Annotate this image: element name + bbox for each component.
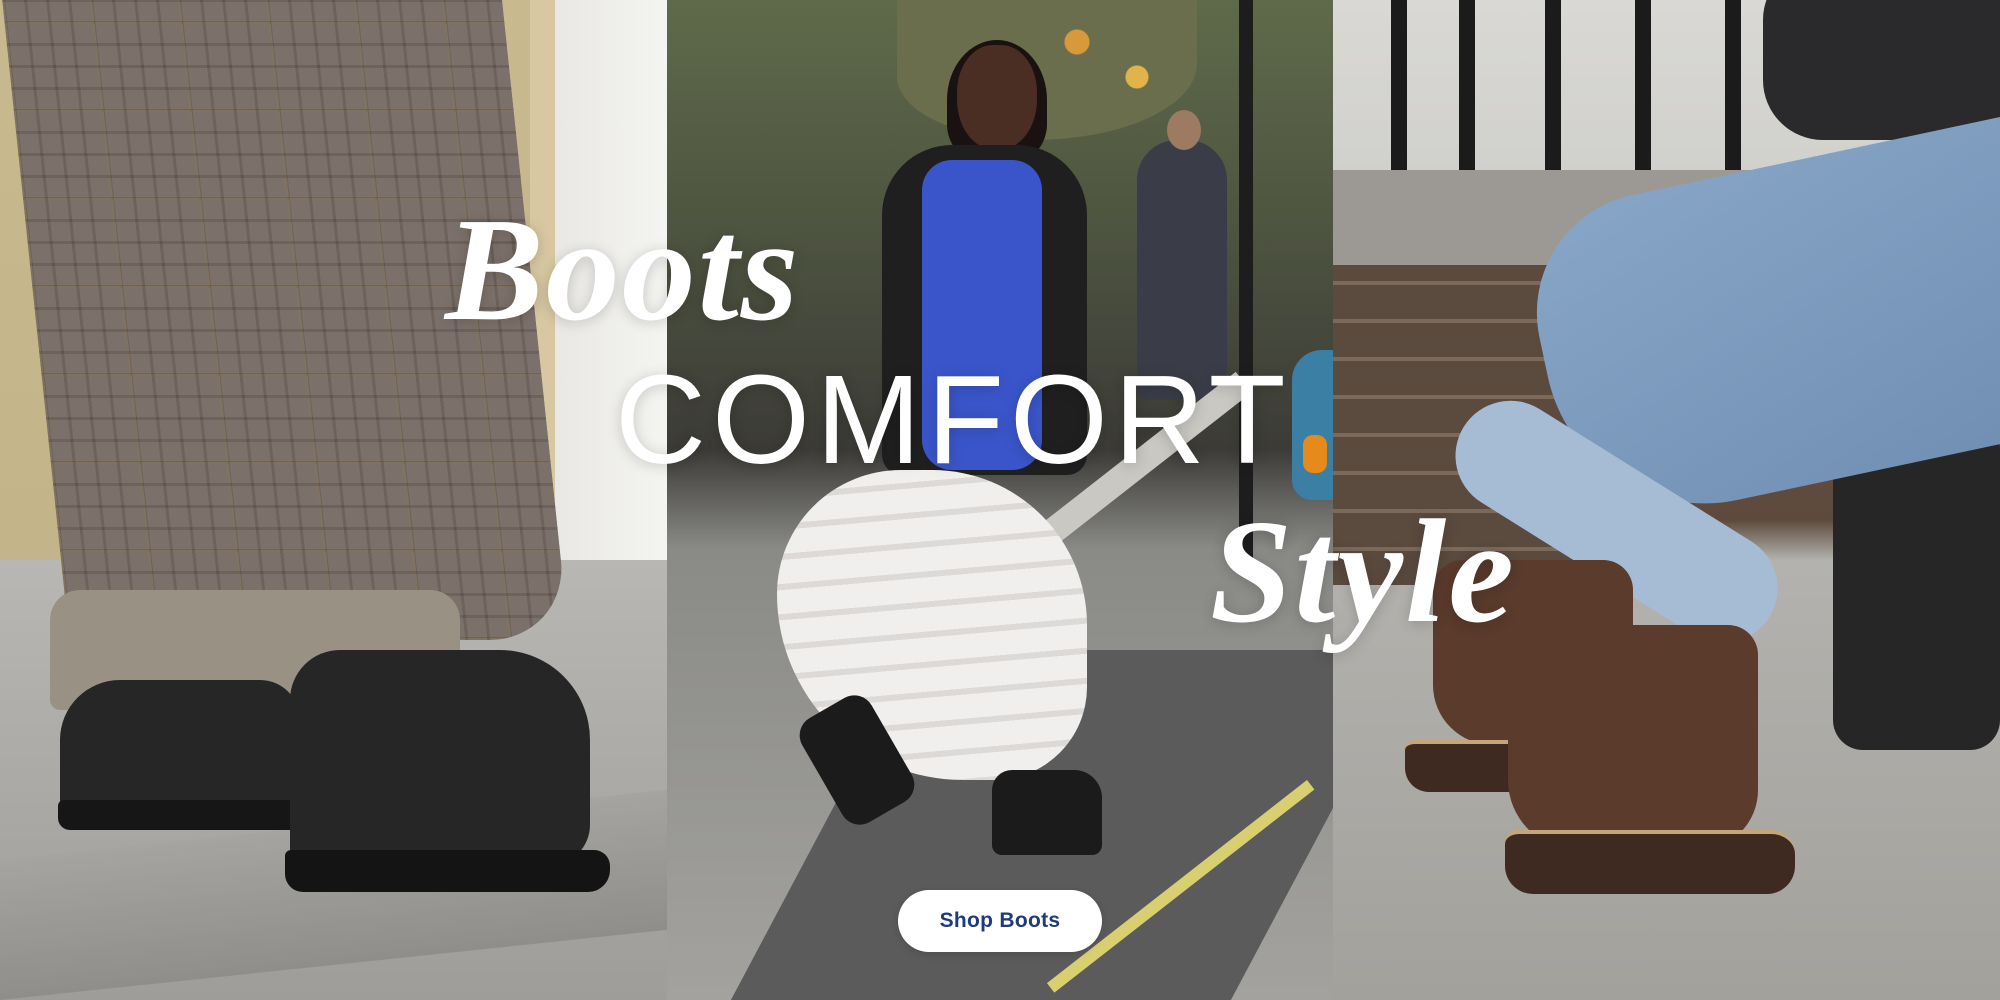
iron-railing [1459, 0, 1475, 190]
black-ankle-boot-right [992, 770, 1102, 855]
photo-panel-left [0, 0, 667, 1000]
shop-boots-button[interactable]: Shop Boots [898, 890, 1102, 952]
headline-boots: Boots [445, 188, 801, 352]
blue-car [1292, 350, 1333, 500]
brown-boot-front-sole [1505, 830, 1795, 894]
hero-banner[interactable]: Boots COMFORT Style Shop Boots [0, 0, 2000, 1000]
iron-railing [1391, 0, 1407, 190]
brown-boot-front [1508, 625, 1758, 850]
background-pedestrian-head [1167, 110, 1201, 150]
headline-style: Style [1210, 490, 1516, 654]
car-indicator [1303, 435, 1327, 473]
iron-railing [1545, 0, 1561, 190]
black-boot-front [290, 650, 590, 865]
dark-jacket [1763, 0, 2000, 140]
black-boot-back-sole [58, 800, 308, 830]
black-boot-front-sole [285, 850, 610, 892]
model-face [957, 45, 1037, 150]
iron-railing [1725, 0, 1741, 190]
iron-railing [1635, 0, 1651, 190]
headline-comfort: COMFORT [615, 349, 1292, 490]
